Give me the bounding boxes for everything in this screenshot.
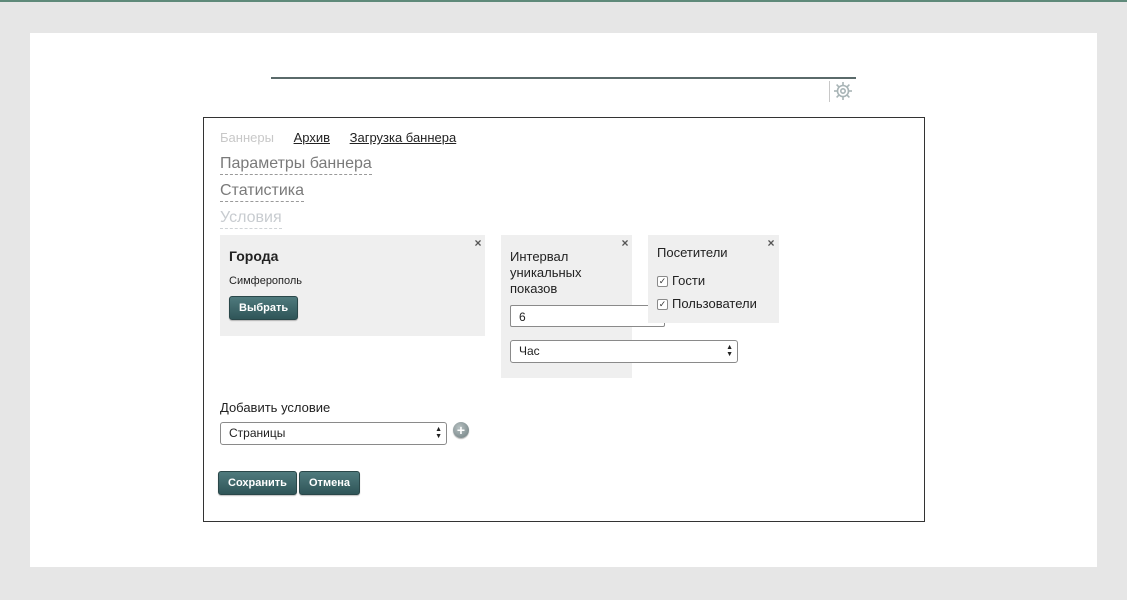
visitors-condition-box: × Посетители ✓ Гости ✓ Пользователи xyxy=(648,235,779,323)
interval-title: Интервал уникальных показов xyxy=(510,249,582,296)
add-condition-value: Страницы xyxy=(229,426,286,440)
tab-banners: Баннеры xyxy=(220,130,274,145)
add-condition-label: Добавить условие xyxy=(220,400,331,415)
interval-value-input[interactable]: 6 xyxy=(510,305,665,327)
interval-unit-select[interactable]: Час ▲ ▼ xyxy=(510,340,738,363)
save-button[interactable]: Сохранить xyxy=(218,471,297,495)
header-divider xyxy=(271,77,856,79)
visitors-title: Посетители xyxy=(657,245,728,260)
interval-unit-value: Час xyxy=(519,344,540,358)
add-condition-select[interactable]: Страницы ▲ ▼ xyxy=(220,422,447,445)
tab-archive[interactable]: Архив xyxy=(294,130,330,145)
choose-city-button[interactable]: Выбрать xyxy=(229,296,299,320)
users-label: Пользователи xyxy=(672,296,757,311)
city-name: Симферополь xyxy=(229,275,303,287)
guests-checkbox[interactable]: ✓ xyxy=(657,276,668,287)
banner-editor: Баннеры Архив Загрузка баннера Параметры… xyxy=(203,117,925,522)
top-accent-line xyxy=(0,0,1127,2)
users-checkbox[interactable]: ✓ xyxy=(657,299,668,310)
tab-upload[interactable]: Загрузка баннера xyxy=(350,130,457,145)
gear-icon[interactable] xyxy=(832,80,854,102)
plus-icon[interactable]: + xyxy=(453,422,469,438)
cities-condition-box: × Города Симферополь Выбрать xyxy=(220,235,485,336)
guests-label: Гости xyxy=(672,273,706,288)
close-icon[interactable]: × xyxy=(472,237,484,249)
section-params[interactable]: Параметры баннера xyxy=(220,154,372,175)
section-conditions[interactable]: Условия xyxy=(220,208,282,229)
close-icon[interactable]: × xyxy=(765,237,777,249)
section-stats[interactable]: Статистика xyxy=(220,181,305,202)
select-arrows-icon: ▲ ▼ xyxy=(435,426,442,440)
select-arrows-icon: ▲ ▼ xyxy=(726,344,733,358)
cancel-button[interactable]: Отмена xyxy=(299,471,360,495)
close-icon[interactable]: × xyxy=(619,237,631,249)
cities-title: Города xyxy=(229,248,279,264)
tab-bar: Баннеры Архив Загрузка баннера xyxy=(220,130,472,145)
header-separator xyxy=(829,81,830,102)
